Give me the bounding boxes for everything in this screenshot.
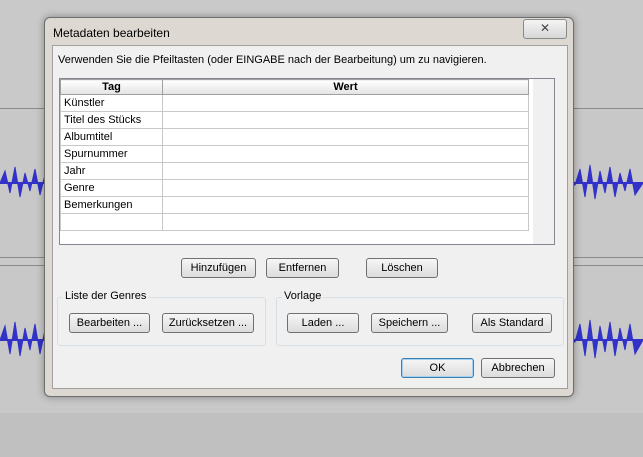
tag-cell[interactable]: Jahr [60,162,163,180]
title-bar[interactable]: Metadaten bearbeiten ✕ [45,18,573,44]
grid-row[interactable]: Genre [60,179,529,197]
tag-cell[interactable]: Albumtitel [60,128,163,146]
value-cell[interactable] [162,111,529,129]
value-cell[interactable] [162,128,529,146]
value-cell[interactable] [162,179,529,197]
save-template-button[interactable]: Speichern ... [371,313,448,333]
grid-row[interactable]: Künstler [60,94,529,112]
tag-cell[interactable] [60,213,163,231]
metadata-dialog: Metadaten bearbeiten ✕ Verwenden Sie die… [44,17,574,397]
edit-genres-button[interactable]: Bearbeiten ... [69,313,150,333]
cancel-button[interactable]: Abbrechen [481,358,555,378]
grid-header-row: Tag Wert [60,79,529,95]
remove-button[interactable]: Entfernen [266,258,339,278]
ok-button[interactable]: OK [401,358,474,378]
set-default-button[interactable]: Als Standard [472,313,552,333]
add-button[interactable]: Hinzufügen [181,258,256,278]
value-cell[interactable] [162,162,529,180]
value-cell[interactable] [162,213,529,231]
grid-scrollbar-area[interactable] [533,78,555,245]
load-template-button[interactable]: Laden ... [287,313,359,333]
value-cell[interactable] [162,196,529,214]
column-header-value[interactable]: Wert [162,79,529,95]
clear-button[interactable]: Löschen [366,258,438,278]
grid-row[interactable]: Jahr [60,162,529,180]
value-cell[interactable] [162,94,529,112]
grid-row[interactable]: Titel des Stücks [60,111,529,129]
grid-row[interactable]: Albumtitel [60,128,529,146]
dialog-client-area: Verwenden Sie die Pfeiltasten (oder EING… [52,45,568,389]
grid-row[interactable]: Bemerkungen [60,196,529,214]
tag-cell[interactable]: Spurnummer [60,145,163,163]
reset-genres-button[interactable]: Zurücksetzen ... [162,313,254,333]
metadata-grid[interactable]: Tag Wert Künstler Titel des Stücks Album… [59,78,541,245]
grid-row[interactable] [60,213,529,231]
genres-group-label: Liste der Genres [63,290,149,302]
close-button[interactable]: ✕ [523,19,567,39]
tag-cell[interactable]: Künstler [60,94,163,112]
grid-row[interactable]: Spurnummer [60,145,529,163]
column-header-tag[interactable]: Tag [60,79,163,95]
close-icon: ✕ [539,21,551,35]
value-cell[interactable] [162,145,529,163]
tag-cell[interactable]: Bemerkungen [60,196,163,214]
template-group-label: Vorlage [282,290,324,302]
metadata-table: Tag Wert Künstler Titel des Stücks Album… [60,79,529,231]
dialog-title: Metadaten bearbeiten [53,26,170,40]
empty-track-area [0,413,643,457]
tag-cell[interactable]: Genre [60,179,163,197]
tag-cell[interactable]: Titel des Stücks [60,111,163,129]
navigation-hint: Verwenden Sie die Pfeiltasten (oder EING… [58,54,487,66]
